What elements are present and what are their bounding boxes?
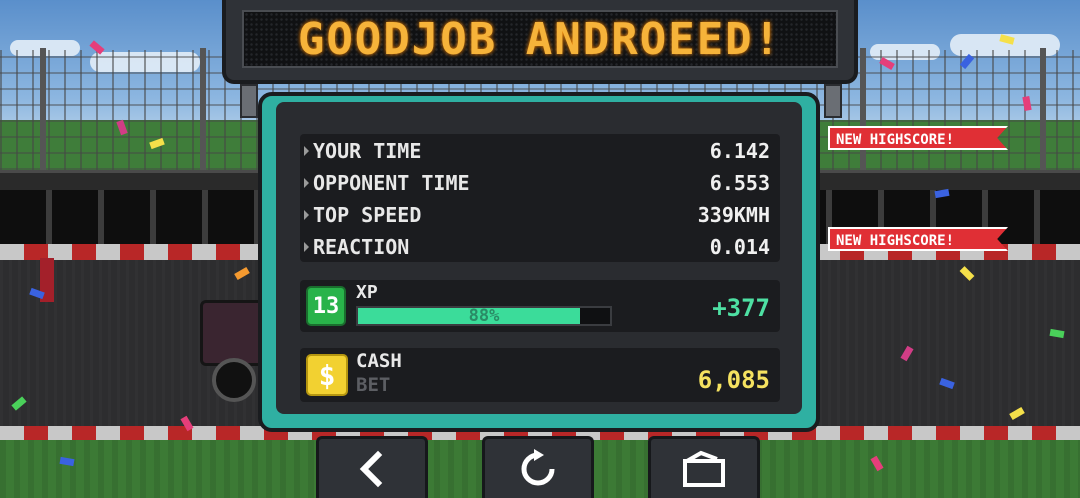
result-message: GOODJOB ANDROEED! (297, 13, 783, 65)
stat-row-top-speed: TOP SPEED 339KMH (300, 200, 780, 230)
row-arrow-icon (304, 178, 309, 188)
restart-button[interactable] (482, 436, 594, 498)
cash-icon: $ (306, 354, 348, 396)
stat-row-opponent-time: OPPONENT TIME 6.553 (300, 168, 780, 198)
cash-section: $ CASH BET 6,085 (300, 348, 780, 402)
row-arrow-icon (304, 146, 309, 156)
xp-progress-percent: 88% (468, 306, 500, 326)
video-button[interactable] (648, 436, 760, 498)
new-highscore-tag: NEW HIGHSCORE! (828, 126, 1008, 150)
xp-progress-bar: 88% (356, 306, 612, 326)
fence-pole (200, 48, 206, 188)
stat-value: 6.553 (709, 171, 770, 195)
stat-label: YOUR TIME (300, 139, 421, 163)
stat-value: 6.142 (709, 139, 770, 163)
car-wheel (212, 358, 256, 402)
stat-label: TOP SPEED (300, 203, 421, 227)
xp-label: XP (356, 282, 378, 303)
chevron-left-icon (359, 450, 383, 487)
new-highscore-tag: NEW HIGHSCORE! (828, 227, 1008, 251)
stat-row-reaction: REACTION 0.014 (300, 232, 780, 262)
results-panel: YOUR TIME 6.142 OPPONENT TIME 6.553 TOP … (258, 92, 820, 432)
fence-pole (1040, 48, 1046, 188)
level-badge: 13 (306, 286, 346, 326)
results-panel-inner: YOUR TIME 6.142 OPPONENT TIME 6.553 TOP … (276, 102, 802, 414)
back-button[interactable] (316, 436, 428, 498)
xp-gain: +377 (712, 294, 770, 322)
stat-row-your-time: YOUR TIME 6.142 (300, 136, 780, 166)
stat-label: REACTION (300, 235, 409, 259)
restart-icon (521, 448, 555, 485)
stats-table: YOUR TIME 6.142 OPPONENT TIME 6.553 TOP … (300, 134, 780, 262)
led-display: GOODJOB ANDROEED! (242, 10, 838, 68)
result-banner: GOODJOB ANDROEED! (222, 0, 858, 84)
video-icon (683, 450, 725, 487)
banner-strut (824, 84, 842, 118)
xp-section: 13 XP 88% +377 (300, 280, 780, 332)
stat-value: 339KMH (697, 203, 770, 227)
fence-pole (40, 48, 46, 188)
row-arrow-icon (304, 210, 309, 220)
bet-label: BET (356, 374, 391, 396)
stat-value: 0.014 (709, 235, 770, 259)
banner-strut (240, 84, 258, 118)
row-arrow-icon (304, 242, 309, 252)
cash-label: CASH (356, 350, 402, 372)
fence-pole (860, 48, 866, 188)
cash-value: 6,085 (697, 366, 770, 394)
stat-label: OPPONENT TIME (300, 171, 470, 195)
